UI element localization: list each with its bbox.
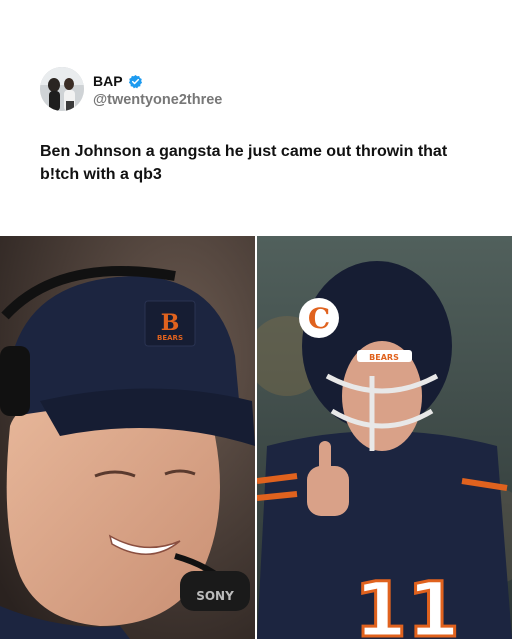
verified-badge-icon (128, 74, 143, 89)
tweet-text: Ben Johnson a gangsta he just came out t… (40, 143, 448, 183)
jersey-number: 11 (354, 565, 460, 639)
cap-patch-text: BEARS (157, 334, 183, 342)
photo-coach[interactable]: B BEARS SONY (0, 236, 255, 639)
tweet-media[interactable]: B BEARS SONY BEARS C 11 (0, 236, 512, 639)
avatar[interactable] (40, 67, 84, 111)
user-info: BAP @twentyone2three (93, 72, 343, 108)
headset-brand: SONY (196, 589, 234, 603)
cap-logo: B (161, 310, 180, 336)
helmet-logo: C (308, 302, 330, 335)
display-name[interactable]: BAP (93, 73, 123, 89)
photo-quarterback[interactable]: BEARS C 11 (257, 236, 512, 639)
helmet-stripe-text: BEARS (369, 353, 399, 362)
user-handle[interactable]: @twentyone2three (93, 92, 343, 108)
